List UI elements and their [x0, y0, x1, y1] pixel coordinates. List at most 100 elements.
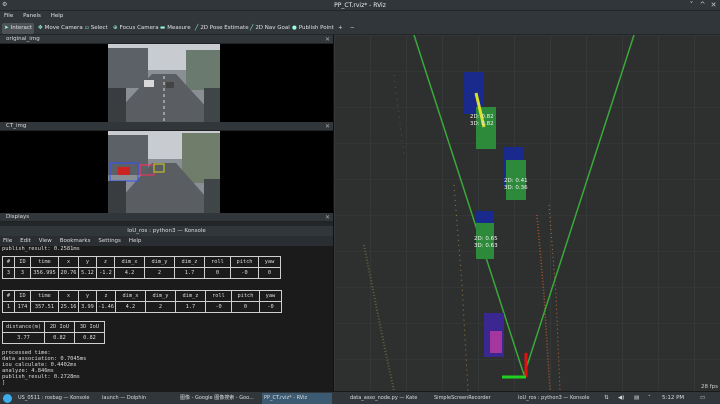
table-header-cell: dim_y — [144, 256, 175, 268]
menu-file[interactable]: File — [0, 11, 17, 21]
clipboard-icon[interactable]: ▤ — [634, 393, 639, 404]
interact-tool-button[interactable]: ➤ Interact — [2, 23, 35, 34]
table-cell: 0 — [230, 301, 260, 313]
pose-estimate-tool-button[interactable]: ╱ 2D Pose Estimate — [193, 23, 251, 34]
table-cell: 3.77 — [2, 332, 45, 344]
close-icon[interactable]: ✕ — [325, 122, 330, 131]
focus-camera-tool-button[interactable]: ⊕ Focus Camera — [111, 23, 161, 34]
table-cell: -1.2 — [96, 267, 115, 279]
table-cell: 1.7 — [174, 267, 205, 279]
table-cell: 2 — [144, 267, 175, 279]
taskbar-item[interactable]: 图像 - Google 图像搜索 - Goo... — [178, 393, 262, 404]
iou-label: 2D: 0.82 3D: 0.82 — [470, 114, 494, 127]
detection-table-1: # ID time x y z dim_x dim_y dim_z roll p… — [2, 256, 281, 279]
rviz-3d-view[interactable]: 2D: 0.82 3D: 0.82 2D: 0.41 3D: 0.36 2D: 0.… — [334, 35, 720, 391]
table-cell: 357.51 — [30, 301, 59, 313]
table-cell: -0 — [230, 267, 259, 279]
tool-bar: ➤ Interact ✥ Move Camera ▫ Select ⊕ Focus Ca… — [0, 22, 720, 35]
nav-goal-tool-button[interactable]: ╱ 2D Nav Goal — [248, 23, 292, 34]
original-camera-image — [108, 44, 220, 122]
table-header-cell: dim_y — [144, 290, 176, 302]
measure-icon: ▬ — [160, 25, 166, 31]
show-desktop-icon[interactable]: ▭ — [700, 393, 705, 404]
table-cell: 0.82 — [44, 332, 75, 344]
table-header-cell: roll — [204, 290, 232, 302]
taskbar-item[interactable]: data_asso_node.py — Kate — [348, 393, 418, 404]
taskbar-item[interactable]: US_0511 : rosbag — Konsole — [16, 393, 90, 404]
fps-counter: 28 fps — [700, 384, 718, 390]
close-button[interactable]: ✕ — [709, 1, 718, 10]
remove-tool-button[interactable]: − — [348, 23, 357, 34]
konsole-menu-help[interactable]: Help — [126, 236, 145, 246]
table-header-cell: z — [96, 256, 115, 268]
clock[interactable]: 5:12 PM — [662, 393, 684, 404]
table-cell: 0.82 — [74, 332, 105, 344]
move-icon: ✥ — [38, 25, 43, 31]
table-header-cell: # — [2, 290, 15, 302]
table-header-cell: time — [30, 256, 59, 268]
konsole-menu-bookmarks[interactable]: Bookmarks — [57, 236, 94, 246]
table-cell: 3.99 — [78, 301, 97, 313]
konsole-menu-bar: File Edit View Bookmarks Settings Help — [0, 236, 333, 246]
table-cell: 1 — [2, 301, 15, 313]
table-cell: 174 — [14, 301, 31, 313]
menu-panels[interactable]: Panels — [19, 11, 45, 21]
konsole-menu-file[interactable]: File — [0, 236, 15, 246]
table-cell: 0 — [204, 267, 231, 279]
table-header-cell: yaw — [258, 290, 282, 302]
original-img-view — [0, 44, 333, 122]
taskbar-item[interactable]: SimpleScreenRecorder — [432, 393, 502, 404]
window-title: PP_CT.rviz* - RViz — [334, 2, 386, 9]
ct-img-panel-header[interactable]: CT_img ✕ — [0, 122, 333, 131]
app-launcher-icon[interactable] — [3, 394, 12, 403]
table-header-cell: x — [58, 290, 79, 302]
select-icon: ▫ — [85, 25, 89, 31]
maximize-button[interactable]: ^ — [698, 1, 707, 10]
konsole-menu-settings[interactable]: Settings — [95, 236, 124, 246]
konsole-menu-edit[interactable]: Edit — [17, 236, 34, 246]
network-icon[interactable]: ⇅ — [604, 393, 609, 404]
close-icon[interactable]: ✕ — [325, 35, 330, 44]
taskbar-item-active[interactable]: PP_CT.rviz* - RViz — [262, 393, 332, 404]
table-header-cell: dim_x — [114, 290, 146, 302]
taskbar: US_0511 : rosbag — Konsole launch — Dolp… — [0, 391, 720, 404]
cursor-icon: ➤ — [4, 25, 9, 31]
table-header-cell: pitch — [230, 256, 259, 268]
table-cell: 356.995 — [30, 267, 59, 279]
taskbar-item[interactable]: IoU_ros : python3 — Konsole — [516, 393, 594, 404]
iou-label: 2D: 0.41 3D: 0.36 — [504, 178, 528, 191]
minimize-button[interactable]: ˅ — [687, 1, 696, 10]
table-header-cell: dim_z — [174, 256, 205, 268]
original-img-panel-header[interactable]: original_img ✕ — [0, 35, 333, 44]
terminal-output[interactable]: publish_result: 0.2581ms # ID time x y z… — [0, 246, 333, 391]
table-row: 1 174 357.51 25.16 3.99 -1.46 4.2 2 1.7 … — [2, 301, 282, 313]
table-header-cell: y — [78, 256, 97, 268]
menu-help[interactable]: Help — [47, 11, 68, 21]
ct-img-view — [0, 131, 333, 213]
table-cell: 20.76 — [58, 267, 79, 279]
add-tool-button[interactable]: + — [336, 23, 345, 34]
publish-point-tool-button[interactable]: ● Publish Point — [290, 23, 336, 34]
table-header-cell: yaw — [258, 256, 281, 268]
table-header-row: # ID time x y z dim_x dim_y dim_z roll p… — [2, 256, 281, 268]
table-row: 3.77 0.82 0.82 — [2, 332, 105, 344]
table-header-cell: 2D IoU — [44, 321, 75, 333]
table-header-cell: # — [2, 256, 15, 268]
displays-panel-header[interactable]: Displays ✕ — [0, 213, 333, 222]
konsole-menu-view[interactable]: View — [36, 236, 55, 246]
iou-label: 2D: 0.65 3D: 0.63 — [474, 236, 498, 249]
volume-icon[interactable]: ◀) — [618, 393, 624, 404]
table-cell: 4.2 — [114, 301, 146, 313]
table-cell: 0 — [258, 267, 281, 279]
table-header-cell: time — [30, 290, 59, 302]
close-icon[interactable]: ✕ — [325, 213, 330, 222]
measure-tool-button[interactable]: ▬ Measure — [158, 23, 193, 34]
terminal-cursor-line: ] — [2, 380, 6, 386]
move-camera-tool-button[interactable]: ✥ Move Camera — [36, 23, 85, 34]
iou-table: distance(m) 2D IoU 3D IoU 3.77 0.82 0.82 — [2, 321, 105, 344]
table-cell: -0 — [258, 301, 282, 313]
select-tool-button[interactable]: ▫ Select — [83, 23, 110, 34]
tray-arrow-icon[interactable]: ˄ — [648, 393, 651, 404]
taskbar-item[interactable]: launch — Dolphin — [100, 393, 152, 404]
nav-goal-icon: ╱ — [250, 25, 254, 31]
